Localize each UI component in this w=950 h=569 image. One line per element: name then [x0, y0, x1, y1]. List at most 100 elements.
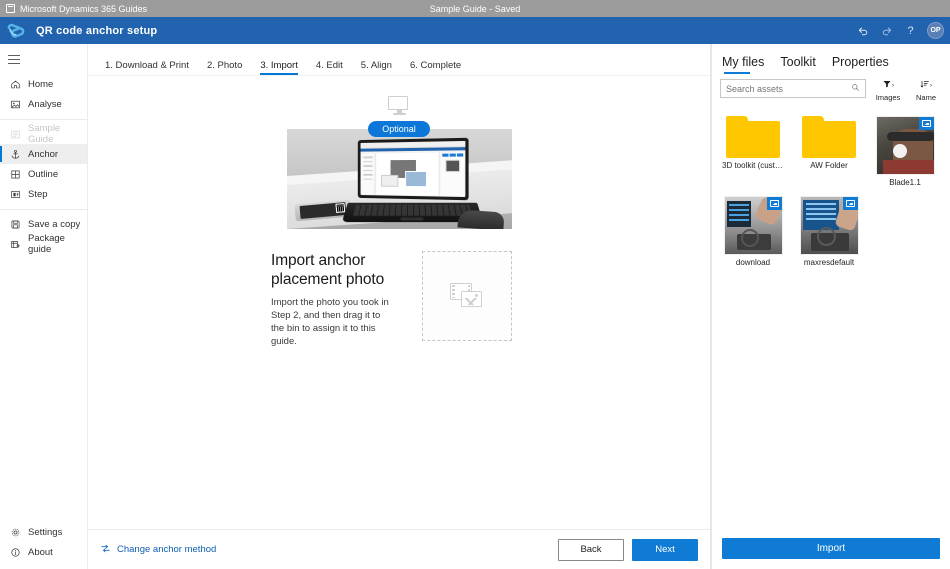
image-type-badge-icon — [918, 117, 934, 130]
search-assets-box[interactable] — [720, 79, 866, 98]
redo-icon[interactable] — [879, 23, 894, 38]
tab-properties[interactable]: Properties — [832, 55, 889, 74]
wizard-step-5[interactable]: 5. Align — [352, 60, 401, 75]
app-body: Home Analyse Sample Guide Anchor Outline… — [0, 44, 950, 569]
image-thumbnail — [875, 116, 935, 175]
wizard-step-4[interactable]: 4. Edit — [307, 60, 352, 75]
outline-icon — [9, 168, 21, 180]
search-input[interactable] — [726, 83, 851, 94]
sidebar-item-outline[interactable]: Outline — [0, 164, 87, 184]
list-item[interactable]: AW Folder — [798, 116, 860, 187]
sidebar-item-label: About — [28, 546, 53, 558]
list-item[interactable]: 3D toolkit (custom) — [722, 116, 784, 187]
file-name-label: Blade1.1 — [889, 178, 921, 187]
illustration-photo — [286, 129, 512, 229]
folder-icon — [726, 116, 780, 158]
help-icon[interactable]: ? — [903, 23, 918, 38]
app-window: Microsoft Dynamics 365 Guides Sample Gui… — [0, 0, 950, 569]
sort-chevron: › — [930, 82, 932, 89]
sidebar-divider-2 — [0, 209, 87, 210]
avatar[interactable]: OP — [927, 22, 944, 39]
info-icon — [9, 546, 21, 558]
right-panel-tabs: My files Toolkit Properties — [712, 44, 950, 74]
back-button[interactable]: Back — [558, 538, 624, 561]
filter-button[interactable]: › Images — [872, 79, 904, 102]
sidebar-item-label: Outline — [28, 168, 59, 180]
sidebar-item-about[interactable]: About — [0, 542, 87, 562]
package-guide-icon — [9, 238, 21, 250]
file-name-label: maxresdefault — [803, 258, 855, 267]
sort-label: Name — [915, 93, 936, 102]
import-button[interactable]: Import — [722, 538, 940, 559]
right-panel: My files Toolkit Properties › Images — [711, 44, 950, 569]
sort-button[interactable]: › Name — [910, 79, 942, 102]
undo-icon[interactable] — [855, 23, 870, 38]
sidebar-item-step[interactable]: Step — [0, 184, 87, 204]
image-thumbnail — [799, 196, 859, 255]
sidebar-divider — [0, 119, 87, 120]
sidebar-item-anchor[interactable]: Anchor — [0, 144, 87, 164]
image-thumbnail — [723, 196, 783, 255]
anchor-icon — [9, 148, 21, 160]
list-item[interactable]: Blade1.1 — [874, 116, 936, 187]
next-button[interactable]: Next — [632, 538, 698, 561]
search-icon — [851, 83, 860, 94]
wizard-step-2[interactable]: 2. Photo — [198, 60, 251, 75]
sidebar-item-label: Step — [28, 188, 48, 200]
hero-section: Optional — [88, 76, 710, 229]
desktop-monitor-icon — [388, 96, 410, 116]
main-footer: Change anchor method Back Next — [88, 529, 710, 569]
filter-label: Images — [875, 93, 901, 102]
sidebar-item-settings[interactable]: Settings — [0, 522, 87, 542]
folder-icon — [802, 116, 856, 158]
hamburger-icon[interactable] — [0, 44, 87, 74]
app-header-actions: ? OP — [855, 17, 944, 44]
assets-toolbar: › Images › Name — [712, 74, 950, 102]
main-content: 1. Download & Print 2. Photo 3. Import 4… — [88, 44, 711, 569]
guide-icon — [9, 128, 21, 140]
import-title: Import anchor placement photo — [271, 252, 385, 288]
sidebar-item-package-guide[interactable]: Package guide — [0, 233, 87, 255]
sidebar-item-home[interactable]: Home — [0, 74, 87, 94]
window-titlebar: Microsoft Dynamics 365 Guides Sample Gui… — [0, 0, 950, 17]
sidebar-item-analyse[interactable]: Analyse — [0, 94, 87, 114]
list-item[interactable]: maxresdefault — [798, 196, 860, 267]
wizard-step-tabs: 1. Download & Print 2. Photo 3. Import 4… — [88, 51, 710, 76]
asset-grid: 3D toolkit (custom) AW Folder Blade1.1 d… — [712, 102, 950, 538]
tab-my-files[interactable]: My files — [722, 55, 764, 74]
file-name-label: 3D toolkit (custom) — [722, 161, 784, 170]
photo-dropzone[interactable] — [422, 251, 512, 341]
sidebar-item-save-a-copy[interactable]: Save a copy — [0, 214, 87, 234]
wizard-step-3[interactable]: 3. Import — [251, 60, 307, 75]
file-name-label: AW Folder — [810, 161, 848, 170]
import-info-text: Import anchor placement photo Import the… — [271, 251, 395, 348]
tab-toolkit[interactable]: Toolkit — [780, 55, 815, 74]
image-type-badge-icon — [842, 197, 858, 210]
main-scroll-area: Optional Import anchor placement photo I… — [88, 76, 710, 529]
step-icon — [9, 188, 21, 200]
optional-badge: Optional — [368, 121, 430, 137]
file-name-label: download — [735, 258, 771, 267]
save-copy-icon — [9, 218, 21, 230]
sidebar-item-label: Home — [28, 78, 54, 90]
analyse-icon — [9, 98, 21, 110]
wizard-step-6[interactable]: 6. Complete — [401, 60, 470, 75]
sidebar-group-label: Sample Guide — [28, 123, 61, 145]
right-panel-footer: Import — [712, 538, 950, 569]
import-description: Import the photo you took in Step 2, and… — [271, 297, 389, 347]
sidebar: Home Analyse Sample Guide Anchor Outline… — [0, 44, 88, 569]
sidebar-item-label: Package guide — [28, 233, 65, 255]
wizard-step-1[interactable]: 1. Download & Print — [96, 60, 198, 75]
hand-prop — [456, 209, 505, 229]
laptop-prop — [341, 137, 483, 225]
gear-icon — [9, 526, 21, 538]
list-item[interactable]: download — [722, 196, 784, 267]
sidebar-group-header-sample-guide: Sample Guide — [0, 123, 87, 145]
app-header: QR code anchor setup ? OP — [0, 17, 950, 44]
change-anchor-method-link[interactable]: Change anchor method — [100, 543, 216, 557]
sidebar-item-label: Analyse — [28, 98, 62, 110]
sidebar-bottom-group: Settings About — [0, 522, 87, 569]
home-icon — [9, 78, 21, 90]
filter-icon: › — [882, 79, 894, 92]
